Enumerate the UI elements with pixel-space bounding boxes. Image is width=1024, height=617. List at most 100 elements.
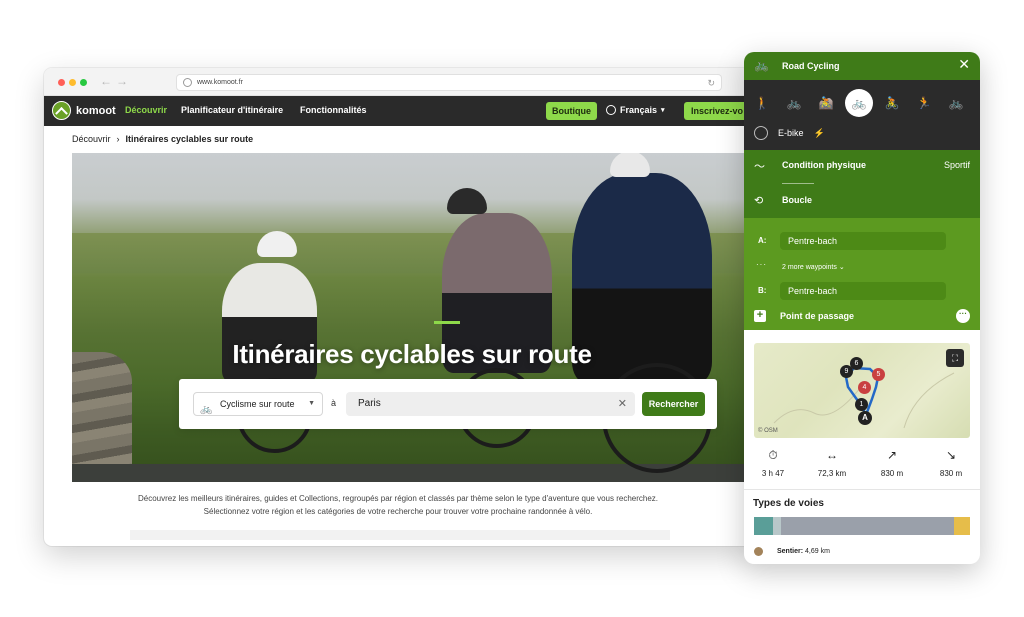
ascent-icon: ↗ (886, 448, 898, 462)
stage: ← → www.komoot.fr ↻ komoot Découvrir Pla… (0, 0, 1024, 617)
road-cycling-icon[interactable]: 🚲 (845, 89, 873, 117)
mountain-bike-icon[interactable]: 🚵 (814, 91, 838, 115)
loop-label[interactable]: Boucle (782, 195, 812, 205)
distance-icon: ↔ (826, 448, 838, 462)
komoot-logo[interactable]: komoot (52, 101, 116, 120)
nav-discover[interactable]: Découvrir (125, 105, 167, 115)
map-attribution: © OSM (758, 428, 778, 434)
map-marker[interactable]: 1 (855, 398, 868, 411)
nav-route-planner[interactable]: Planificateur d'itinéraire (181, 105, 283, 115)
language-label: Français (620, 105, 658, 115)
divider (782, 183, 814, 184)
ebike-toggle[interactable]: E-bike ⚡ (754, 126, 825, 140)
pulse-icon: 〜 (754, 161, 765, 173)
descent-icon: ↘ (945, 448, 957, 462)
plus-icon: + (754, 310, 766, 322)
close-icon[interactable]: ✕ (958, 56, 970, 73)
descent-value: 830 m (939, 469, 963, 478)
forward-arrow-icon[interactable]: → (116, 74, 128, 88)
sport-selector: 🚶 🚲 🚵 🚲 🚴 🏃 🚲 E-bike ⚡ (744, 80, 980, 150)
legend-label: Sentier: (777, 548, 804, 555)
browser-chrome: ← → www.komoot.fr ↻ (44, 68, 752, 96)
fitness-label[interactable]: Condition physique (782, 160, 866, 170)
chevron-right-icon: › (116, 134, 120, 144)
browser-window: ← → www.komoot.fr ↻ komoot Découvrir Pla… (44, 68, 752, 546)
title-accent (434, 321, 460, 324)
sport-select[interactable]: 🚲 Cyclisme sur route ▼ (193, 392, 323, 416)
distance-value: 72,3 km (817, 469, 847, 478)
waypoints-section: A: Pentre-bach ··· 2 more waypoints ⌄ B:… (744, 218, 980, 330)
mtb-trail-icon[interactable]: 🚴 (880, 91, 904, 115)
description-line-1: Découvrez les meilleurs itinéraires, gui… (137, 494, 659, 503)
more-waypoints-icon: ··· (756, 260, 767, 269)
fitness-section: 〜 Condition physique Sportif ⟲ Boucle (744, 150, 980, 218)
address-bar[interactable]: www.komoot.fr ↻ (176, 74, 722, 91)
way-type-segment (954, 517, 970, 535)
stat-duration: ⏱ 3 h 47 (748, 448, 798, 478)
way-types-bar[interactable] (754, 517, 970, 535)
stone-wall (72, 352, 132, 482)
shop-button[interactable]: Boutique (546, 102, 597, 120)
breadcrumb-current: Itinéraires cyclables sur route (125, 134, 254, 144)
hiking-icon[interactable]: 🚶 (750, 91, 774, 115)
stat-ascent: ↗ 830 m (867, 448, 917, 478)
url-text: www.komoot.fr (197, 79, 243, 86)
ascent-value: 830 m (880, 469, 904, 478)
search-button[interactable]: Rechercher (642, 392, 705, 416)
signup-button[interactable]: Inscrivez-vo (684, 102, 751, 120)
add-waypoint-button[interactable]: + Point de passage (754, 310, 854, 322)
minimize-window-icon[interactable] (69, 79, 76, 86)
bike-icon: 🚲 (200, 404, 213, 415)
logo-text: komoot (76, 104, 116, 117)
location-input[interactable]: Paris ✕ (346, 392, 635, 416)
maximize-window-icon[interactable] (80, 79, 87, 86)
planner-header: 🚲 Road Cycling ✕ (744, 52, 980, 80)
sport-select-value: Cyclisme sur route (220, 399, 295, 409)
legend-value: 4,69 km (805, 548, 830, 555)
back-arrow-icon[interactable]: ← (100, 74, 112, 88)
way-type-legend: Sentier: 4,69 km (754, 547, 830, 556)
map-marker[interactable]: 6 (850, 357, 863, 370)
helmet-right (610, 153, 650, 177)
stat-distance: ↔ 72,3 km (807, 448, 857, 478)
ebike-radio[interactable] (754, 126, 768, 140)
language-selector[interactable]: Français ▾ (606, 105, 665, 115)
komoot-logo-icon (52, 101, 71, 120)
map-marker[interactable]: 4 (858, 381, 871, 394)
route-planner-panel: 🚲 Road Cycling ✕ 🚶 🚲 🚵 🚲 🚴 🏃 🚲 E-bike ⚡ … (744, 52, 980, 564)
road-bike-icon: 🚲 (754, 58, 769, 72)
location-value: Paris (358, 398, 381, 409)
description-line-2: Sélectionnez votre région et les catégor… (203, 507, 593, 516)
more-options-icon[interactable]: ··· (956, 309, 970, 323)
clear-icon[interactable]: ✕ (618, 392, 627, 416)
ebike-label: E-bike (778, 128, 804, 138)
route-map[interactable]: © OSM ⛶ 9 6 5 4 1 A (754, 343, 970, 438)
close-window-icon[interactable] (58, 79, 65, 86)
add-waypoint-label: Point de passage (780, 311, 855, 321)
fullscreen-icon[interactable]: ⛶ (946, 349, 964, 367)
expand-icon: ⌄ (838, 264, 845, 271)
planner-title: Road Cycling (782, 61, 840, 71)
filter-bar (130, 530, 670, 540)
nav-features[interactable]: Fonctionnalités (300, 105, 367, 115)
bike-touring-icon[interactable]: 🚲 (782, 91, 806, 115)
top-navigation: komoot Découvrir Planificateur d'itinéra… (44, 96, 752, 126)
way-type-segment (773, 517, 781, 535)
waypoint-b-label: B: (758, 286, 767, 295)
map-marker[interactable]: 5 (872, 368, 885, 381)
stat-descent: ↘ 830 m (926, 448, 976, 478)
stopwatch-icon: ⏱ (768, 448, 778, 462)
hero-image: Itinéraires cyclables sur route (72, 153, 752, 482)
page-content: Découvrir › Itinéraires cyclables sur ro… (44, 126, 752, 540)
running-icon[interactable]: 🏃 (912, 91, 936, 115)
waypoint-b-input[interactable]: Pentre-bach (780, 282, 946, 300)
route-stats: ⏱ 3 h 47 ↔ 72,3 km ↗ 830 m ↘ 830 m (744, 448, 980, 488)
globe-icon (183, 78, 192, 87)
fitness-value[interactable]: Sportif (944, 160, 970, 170)
map-marker-start[interactable]: A (858, 411, 872, 425)
more-waypoints-toggle[interactable]: 2 more waypoints ⌄ (782, 263, 845, 271)
gravel-bike-icon[interactable]: 🚲 (944, 91, 968, 115)
breadcrumb-root[interactable]: Découvrir (72, 134, 111, 144)
reload-icon[interactable]: ↻ (707, 76, 715, 91)
waypoint-a-input[interactable]: Pentre-bach (780, 232, 946, 250)
